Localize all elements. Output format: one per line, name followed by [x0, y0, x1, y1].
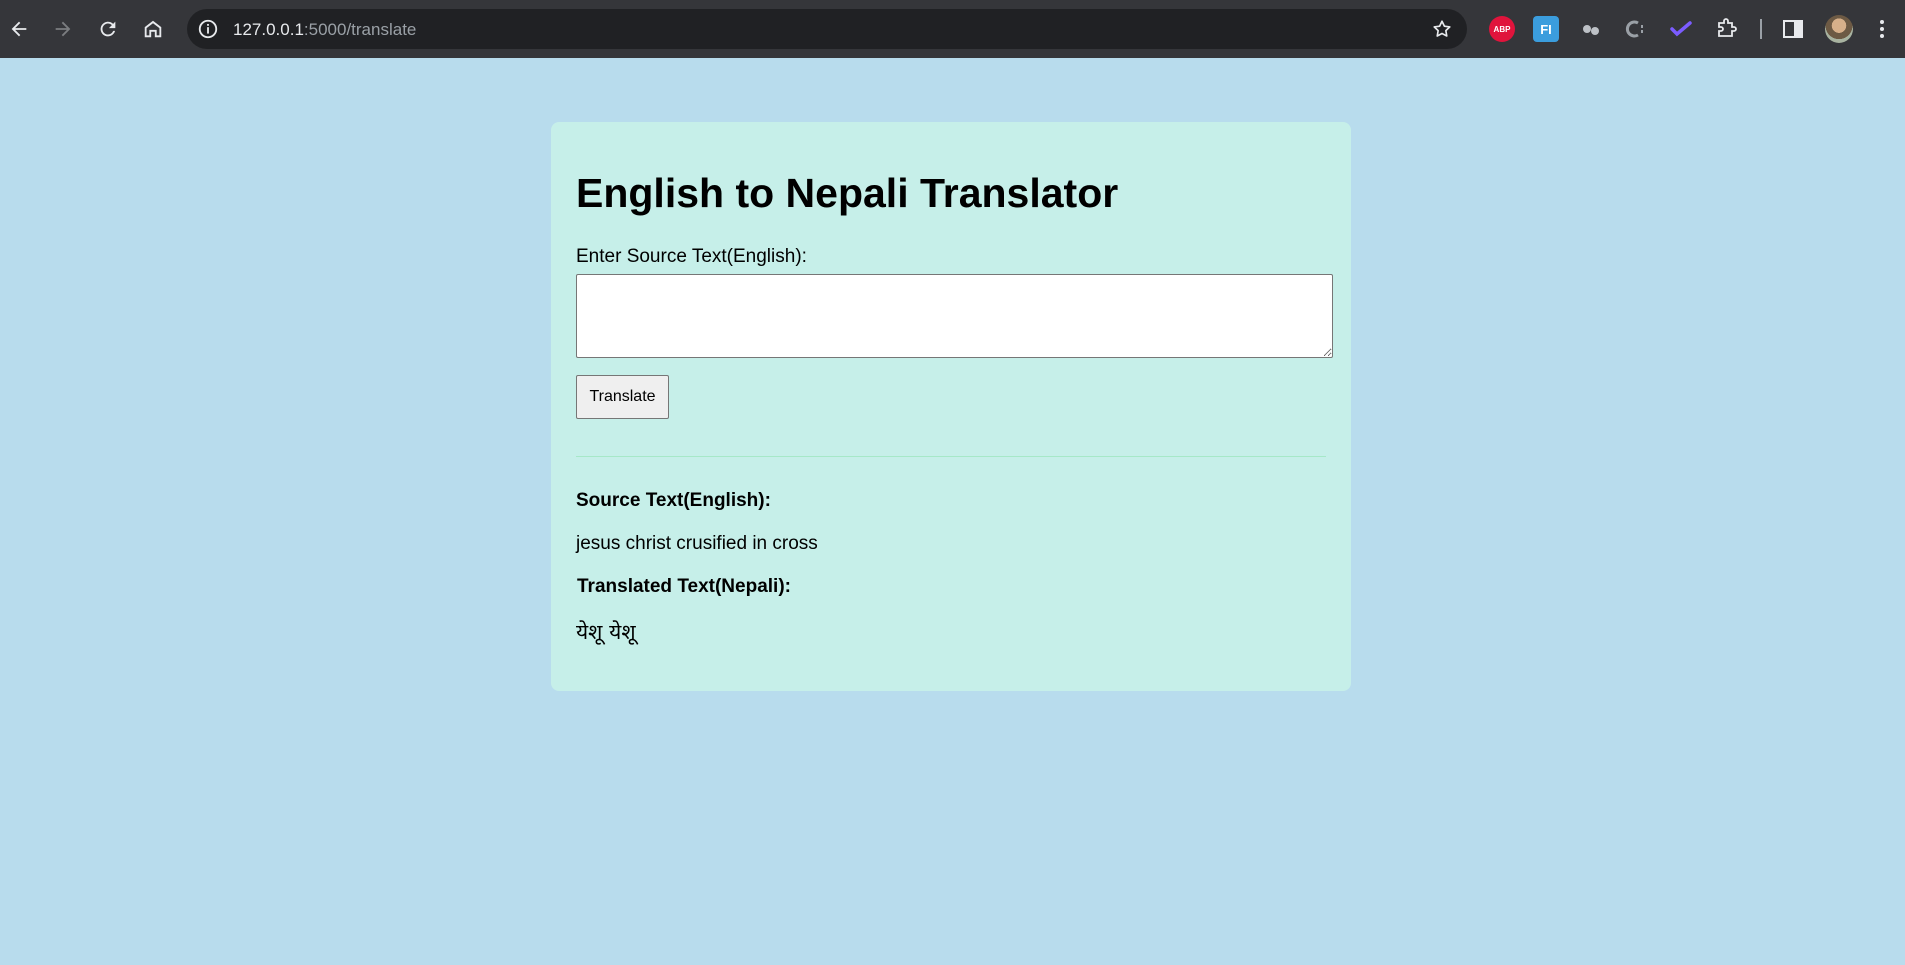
reload-button[interactable] — [90, 11, 126, 47]
source-text-value: jesus christ crusified in cross — [576, 533, 818, 554]
side-panel-icon[interactable] — [1780, 16, 1806, 42]
fi-extension-icon[interactable]: FI — [1533, 16, 1559, 42]
address-bar[interactable]: 127.0.0.1:5000/translate — [187, 9, 1467, 49]
url-text[interactable]: 127.0.0.1:5000/translate — [233, 20, 416, 40]
source-text-input[interactable] — [576, 274, 1333, 358]
reload-icon — [100, 21, 116, 37]
home-button[interactable] — [135, 11, 171, 47]
bookmark-star-icon[interactable] — [1431, 18, 1453, 40]
info-icon[interactable] — [197, 18, 219, 40]
adblock-extension-icon[interactable]: ABP — [1489, 16, 1515, 42]
source-text-heading: Source Text(English): — [576, 490, 771, 511]
menu-kebab-icon[interactable] — [1869, 16, 1895, 42]
forward-button[interactable] — [45, 11, 81, 47]
translator-card: English to Nepali Translator Enter Sourc… — [551, 122, 1351, 691]
translated-text-value: येशू येशू — [576, 620, 636, 644]
arrow-left-icon — [11, 21, 27, 37]
arrow-right-icon — [55, 21, 71, 37]
section-divider — [576, 456, 1326, 457]
url-host: 127.0.0.1 — [233, 20, 304, 39]
extensions-puzzle-icon[interactable] — [1713, 16, 1739, 42]
url-path: :5000/translate — [303, 20, 417, 39]
glasses-extension-icon[interactable] — [1578, 16, 1604, 42]
home-icon — [144, 20, 162, 38]
browser-toolbar: 127.0.0.1:5000/translate ABP FI — [0, 0, 1905, 58]
translate-button[interactable]: Translate — [576, 375, 669, 419]
toolbar-divider — [1760, 19, 1762, 39]
checkmark-extension-icon[interactable] — [1668, 16, 1694, 42]
page-title: English to Nepali Translator — [576, 170, 1119, 216]
source-input-label: Enter Source Text(English): — [576, 246, 807, 267]
c-extension-icon[interactable] — [1623, 16, 1649, 42]
back-button[interactable] — [1, 11, 37, 47]
profile-avatar[interactable] — [1825, 15, 1853, 43]
translated-text-heading: Translated Text(Nepali): — [577, 576, 791, 597]
